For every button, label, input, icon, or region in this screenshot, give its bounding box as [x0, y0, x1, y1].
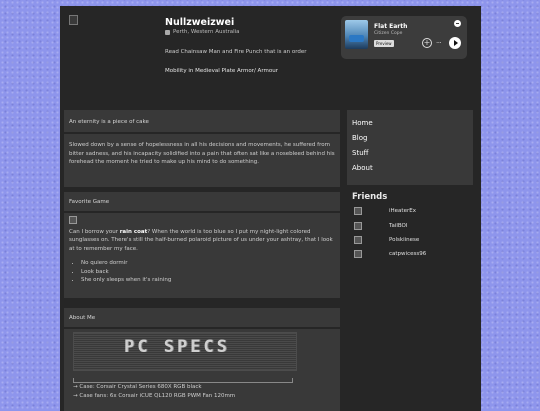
friend-item[interactable]: iHeaterEx — [354, 207, 416, 215]
friend-avatar — [354, 250, 362, 258]
friend-avatar — [354, 207, 362, 215]
blurb-box: An eternity is a piece of cake Slowed do… — [64, 110, 340, 187]
friend-name[interactable]: iHeaterEx — [389, 208, 416, 214]
list-item: She only sleeps when it's raining — [81, 276, 335, 285]
list-item: Look back — [81, 268, 335, 277]
more-icon[interactable]: ··· — [436, 39, 442, 47]
friend-avatar — [354, 236, 362, 244]
profile-page: Nullzweizwei Perth, Western Australia Re… — [60, 6, 481, 411]
friend-avatar — [354, 222, 362, 230]
favorite-game-body: Can I borrow your rain coat? When the wo… — [69, 216, 335, 285]
friend-item[interactable]: TailBOI — [354, 222, 408, 230]
about-me-title: About Me — [69, 315, 96, 321]
profile-mood: Mobility in Medieval Plate Armor/ Armour — [165, 68, 278, 74]
favorite-game-image — [69, 216, 77, 224]
spec-item: → Case: Corsair Crystal Series 680X RGB … — [73, 384, 202, 390]
friends-heading: Friends — [352, 192, 388, 202]
sidebar-nav: Home Blog Stuff About — [347, 110, 473, 185]
spotify-logo-icon[interactable] — [454, 20, 461, 27]
robot-icon — [165, 29, 170, 35]
nav-stuff[interactable]: Stuff — [352, 149, 368, 157]
nav-home[interactable]: Home — [352, 119, 373, 127]
friend-name[interactable]: Polskiinese — [389, 237, 419, 243]
add-icon[interactable]: + — [422, 38, 432, 48]
favorite-game-text-before: Can I borrow your — [69, 228, 120, 235]
profile-avatar — [69, 15, 78, 25]
favorite-list: No quiero dormir Look back She only slee… — [69, 259, 335, 285]
track-title[interactable]: Flat Earth — [374, 23, 407, 30]
favorite-game-title: Favorite Game — [69, 199, 110, 205]
play-button[interactable] — [449, 37, 461, 49]
nav-about[interactable]: About — [352, 164, 373, 172]
ascii-art-text: PC SPECS — [124, 337, 230, 357]
spec-item: → Case fans: 6x Corsair iCUE QL120 RGB P… — [73, 392, 236, 399]
friend-name[interactable]: TailBOI — [389, 223, 408, 229]
friend-item[interactable]: Polskiinese — [354, 236, 419, 244]
preview-badge: Preview — [374, 40, 394, 47]
profile-location: Perth, Western Australia — [165, 29, 240, 35]
nav-blog[interactable]: Blog — [352, 134, 367, 142]
profile-username: Nullzweizwei — [165, 17, 235, 28]
favorite-game-box: Favorite Game Can I borrow your rain coa… — [64, 192, 340, 298]
specs-list: → Case: Corsair Crystal Series 680X RGB … — [73, 383, 235, 400]
album-art — [345, 20, 368, 49]
about-me-box: About Me PC SPECS → Case: Corsair Crysta… — [64, 308, 340, 411]
pc-specs-ascii-art: PC SPECS — [73, 332, 297, 371]
profile-location-text: Perth, Western Australia — [173, 29, 240, 35]
blurb-title: An eternity is a piece of cake — [69, 119, 149, 125]
rain-coat-link[interactable]: rain coat — [120, 229, 148, 235]
track-artist[interactable]: Citizen Cope — [374, 31, 402, 36]
spotify-embed[interactable]: Flat Earth Citizen Cope Preview + ··· — [341, 16, 467, 59]
friend-item[interactable]: catpwicess96 — [354, 250, 426, 258]
blurb-body: Slowed down by a sense of hopelessness i… — [69, 142, 335, 165]
list-item: No quiero dormir — [81, 259, 335, 268]
friend-name[interactable]: catpwicess96 — [389, 251, 426, 257]
profile-bio: Read Chainsaw Man and Fire Punch that is… — [165, 49, 307, 55]
